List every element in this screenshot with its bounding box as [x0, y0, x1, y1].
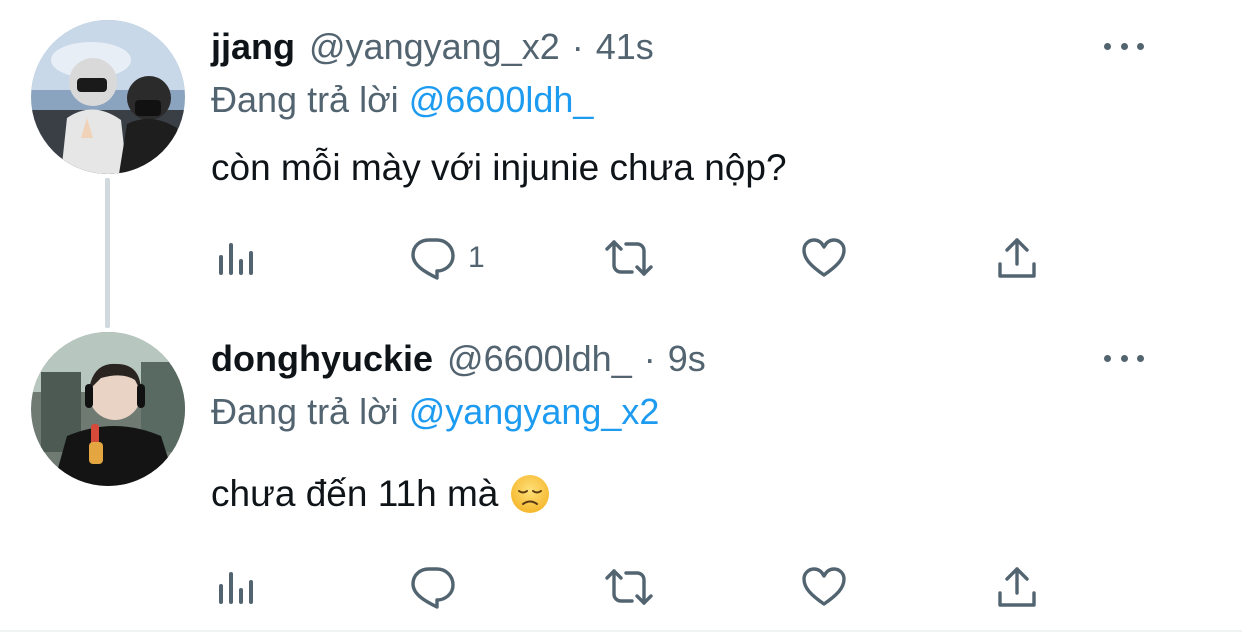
replying-to-line: Đang trả lời @6600ldh_: [211, 75, 593, 125]
reply-thread: jjang @yangyang_x2 · 41s Đang trả lời @6…: [0, 0, 1242, 636]
tweet-text-content: chưa đến 11h mà: [211, 473, 499, 514]
separator-dot: ·: [643, 338, 656, 379]
reply-mention-link[interactable]: @yangyang_x2: [409, 391, 660, 432]
tweet-text-content: còn mỗi mày với injunie chưa nộp?: [211, 147, 787, 188]
user-handle[interactable]: @6600ldh_: [447, 334, 632, 384]
tweet[interactable]: donghyuckie @6600ldh_ · 9s Đang trả lời …: [0, 320, 1242, 632]
views-chart-icon: [219, 243, 253, 275]
views-button[interactable]: [216, 562, 258, 612]
display-name[interactable]: donghyuckie: [211, 334, 433, 384]
reply-button[interactable]: [410, 562, 468, 612]
avatar[interactable]: [31, 332, 185, 486]
retweet-button[interactable]: [603, 233, 655, 283]
tweet-actions: 1: [0, 233, 1242, 283]
reply-bubble-icon: [411, 238, 455, 280]
reply-count: 1: [468, 241, 485, 274]
more-dots-icon[interactable]: [1104, 346, 1144, 370]
tweet-text: chưa đến 11h mà: [211, 468, 550, 520]
timestamp[interactable]: 41s: [596, 22, 654, 72]
retweet-button[interactable]: [603, 562, 655, 612]
avatar[interactable]: [31, 20, 185, 174]
replying-to-label: Đang trả lời: [211, 79, 399, 120]
share-upload-icon: [998, 238, 1036, 278]
tweet-actions: [0, 562, 1242, 612]
timestamp[interactable]: 9s: [668, 334, 706, 384]
retweet-icon: [605, 569, 653, 605]
tweet-header: donghyuckie @6600ldh_ · 9s: [211, 334, 706, 384]
reply-button[interactable]: 1: [410, 233, 485, 283]
tweet-text: còn mỗi mày với injunie chưa nộp?: [211, 142, 787, 194]
tweet-header: jjang @yangyang_x2 · 41s: [211, 22, 654, 72]
share-button[interactable]: [996, 562, 1038, 612]
share-upload-icon: [998, 567, 1036, 607]
separator-dot: ·: [571, 26, 584, 67]
tweet[interactable]: jjang @yangyang_x2 · 41s Đang trả lời @6…: [0, 0, 1242, 320]
display-name[interactable]: jjang: [211, 22, 295, 72]
heart-icon: [802, 567, 846, 606]
user-handle[interactable]: @yangyang_x2: [309, 22, 560, 72]
more-dots-icon[interactable]: [1104, 34, 1144, 58]
disappointed-face-emoji: [510, 474, 550, 514]
replying-to-label: Đang trả lời: [211, 391, 399, 432]
replying-to-line: Đang trả lời @yangyang_x2: [211, 387, 659, 437]
reply-bubble-icon: [411, 567, 455, 609]
like-button[interactable]: [801, 233, 847, 283]
views-button[interactable]: [216, 233, 258, 283]
reply-mention-link[interactable]: @6600ldh_: [409, 79, 594, 120]
like-button[interactable]: [801, 562, 847, 612]
views-chart-icon: [219, 572, 253, 604]
heart-icon: [802, 238, 846, 277]
share-button[interactable]: [996, 233, 1038, 283]
divider: [0, 630, 1242, 632]
retweet-icon: [605, 240, 653, 276]
